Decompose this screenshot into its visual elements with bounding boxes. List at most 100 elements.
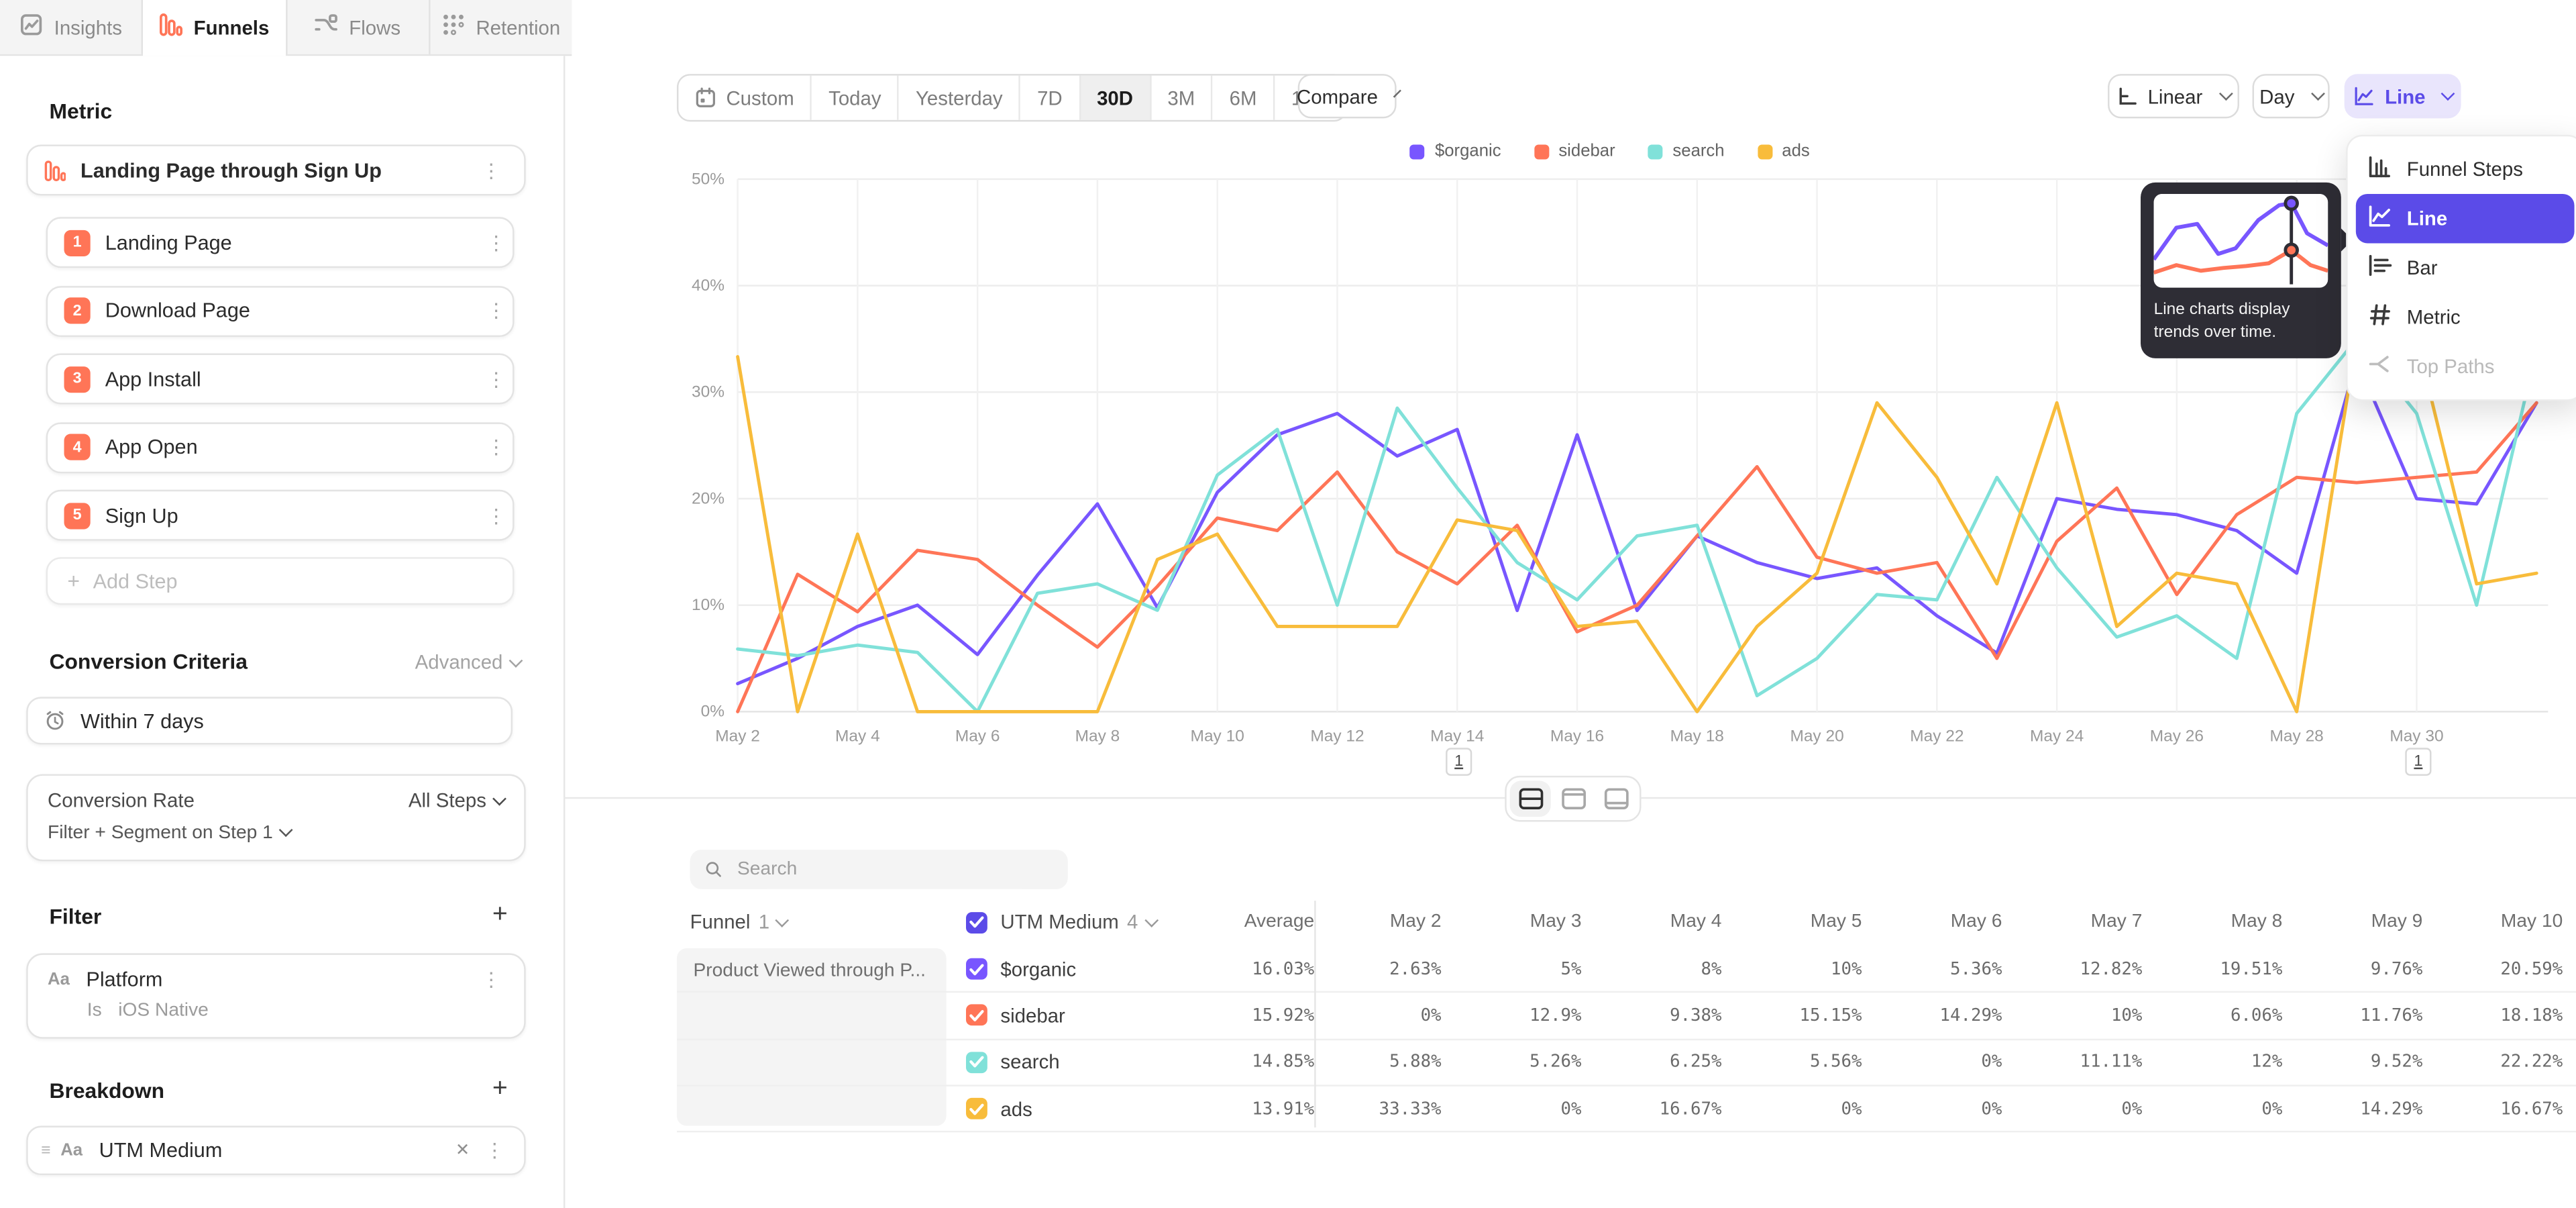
chevron-down-icon (775, 913, 790, 927)
step-label: Landing Page (105, 231, 232, 254)
range-30d[interactable]: 30D (1081, 76, 1151, 120)
tab-label: Insights (54, 15, 122, 38)
column-header-may-6[interactable]: May 6 (1875, 912, 2015, 932)
layout-toggle (1505, 776, 1641, 822)
table-row-sidebar[interactable]: sidebar15.92%0%12.9%9.38%15.15%14.29%10%… (677, 993, 2576, 1040)
menu-item-funnel-steps[interactable]: Funnel Steps (2356, 145, 2575, 194)
table-row-organic[interactable]: $organic16.03%2.63%5%8%10%5.36%12.82%19.… (677, 947, 2576, 993)
column-header-may-7[interactable]: May 7 (2015, 912, 2155, 932)
svg-text:May 22: May 22 (1910, 727, 1964, 745)
filter-property: Platform (86, 968, 162, 991)
step-kebab-icon[interactable]: ⋮ (480, 436, 513, 458)
annotation-badge[interactable]: 1 (1446, 748, 1472, 776)
filter-segment-step-dropdown[interactable]: Filter + Segment on Step 1 (48, 823, 504, 843)
cell-value: 0% (1454, 1099, 1595, 1118)
conversion-window-card[interactable]: Within 7 days (26, 697, 513, 744)
add-filter-button[interactable]: + (492, 902, 508, 928)
tab-insights[interactable]: Insights (0, 0, 144, 54)
table-only-button[interactable] (1595, 781, 1636, 817)
menu-item-bar[interactable]: Bar (2356, 243, 2575, 292)
chart-only-button[interactable] (1552, 781, 1593, 817)
step-label: Download Page (105, 299, 250, 322)
table-row-search[interactable]: search14.85%5.88%5.26%6.25%5.56%0%11.11%… (677, 1040, 2576, 1086)
tab-retention[interactable]: Retention (430, 0, 572, 54)
average-value: 15.92% (1193, 1006, 1314, 1025)
drag-handle-icon[interactable]: ≡ (41, 1142, 50, 1160)
step-kebab-icon[interactable]: ⋮ (480, 504, 513, 527)
average-column-header[interactable]: Average (1193, 912, 1314, 932)
tab-funnels[interactable]: Funnels (144, 0, 287, 56)
cell-value: 2.63% (1314, 959, 1454, 978)
filter-kebab-icon[interactable]: ⋮ (475, 968, 508, 991)
flows-icon (315, 12, 339, 42)
range-6m[interactable]: 6M (1213, 76, 1275, 120)
range-yesterday[interactable]: Yesterday (900, 76, 1021, 120)
close-icon[interactable]: ✕ (447, 1141, 478, 1160)
funnel-step-5[interactable]: 5Sign Up⋮ (46, 490, 515, 541)
step-kebab-icon[interactable]: ⋮ (480, 231, 513, 254)
granularity-dropdown[interactable]: Day (2253, 74, 2330, 118)
step-kebab-icon[interactable]: ⋮ (480, 367, 513, 390)
breakdown-card[interactable]: ≡ Aa UTM Medium ✕ ⋮ (26, 1126, 525, 1175)
add-step-button[interactable]: + Add Step (46, 557, 515, 605)
step-number-badge: 4 (64, 434, 91, 460)
column-header-may-2[interactable]: May 2 (1314, 912, 1454, 932)
svg-text:50%: 50% (692, 170, 724, 188)
funnel-column-header[interactable]: Funnel 1 (677, 911, 947, 934)
step-kebab-icon[interactable]: ⋮ (480, 299, 513, 322)
column-header-may-9[interactable]: May 9 (2296, 912, 2436, 932)
scale-dropdown[interactable]: Linear (2108, 74, 2239, 118)
metric-kebab-icon[interactable]: ⋮ (475, 158, 508, 181)
cell-value: 0% (1735, 1099, 1875, 1118)
table-search[interactable] (690, 850, 1068, 889)
breakdown-property: UTM Medium (99, 1139, 223, 1162)
cell-value: 6.25% (1595, 1052, 1735, 1072)
insights-icon (19, 12, 44, 42)
row-checkbox[interactable] (966, 1052, 987, 1073)
row-checkbox[interactable] (966, 958, 987, 980)
step-number-badge: 3 (64, 366, 91, 392)
metric-card[interactable]: Landing Page through Sign Up ⋮ (26, 145, 525, 196)
compare-button[interactable]: Compare (1298, 74, 1397, 118)
svg-text:20%: 20% (692, 489, 724, 507)
column-header-may-10[interactable]: May 10 (2436, 912, 2576, 932)
breakdown-kebab-icon[interactable]: ⋮ (478, 1139, 511, 1162)
row-checkbox[interactable] (966, 1005, 987, 1026)
add-breakdown-button[interactable]: + (492, 1076, 508, 1103)
menu-item-line[interactable]: Line (2356, 194, 2575, 243)
column-header-may-3[interactable]: May 3 (1454, 912, 1595, 932)
column-header-may-5[interactable]: May 5 (1735, 912, 1875, 932)
search-input[interactable] (734, 858, 1053, 880)
split-view-button[interactable] (1510, 781, 1551, 817)
funnel-step-4[interactable]: 4App Open⋮ (46, 421, 515, 472)
chevron-down-icon (2218, 87, 2233, 101)
advanced-dropdown[interactable]: Advanced (415, 651, 521, 674)
range-today[interactable]: Today (812, 76, 900, 120)
retention-icon (441, 12, 466, 42)
cell-value: 19.51% (2155, 959, 2296, 978)
funnel-step-1[interactable]: 1Landing Page⋮ (46, 217, 515, 268)
table-row-ads[interactable]: ads13.91%33.33%0%16.67%0%0%0%0%14.29%16.… (677, 1087, 2576, 1133)
report-tabs: Insights FunnelsFlowsRetention (0, 0, 572, 56)
tab-flows[interactable]: Flows (286, 0, 430, 54)
row-checkbox[interactable] (966, 1098, 987, 1119)
filter-card[interactable]: Aa Platform ⋮ Is iOS Native (26, 953, 525, 1038)
column-header-may-4[interactable]: May 4 (1595, 912, 1735, 932)
chart-type-dropdown[interactable]: Line (2345, 74, 2461, 118)
filter-value[interactable]: iOS Native (118, 1001, 209, 1020)
range-7d[interactable]: 7D (1021, 76, 1081, 120)
all-steps-dropdown[interactable]: All Steps (409, 789, 504, 812)
range-3m[interactable]: 3M (1151, 76, 1213, 120)
column-header-may-8[interactable]: May 8 (2155, 912, 2296, 932)
series-name: sidebar (1000, 1004, 1065, 1027)
cell-value: 0% (2155, 1099, 2296, 1118)
menu-item-metric[interactable]: Metric (2356, 293, 2575, 342)
range-custom[interactable]: Custom (678, 76, 812, 120)
breakdown-column-header[interactable]: UTM Medium 4 (947, 911, 1193, 934)
funnel-step-3[interactable]: 3App Install⋮ (46, 354, 515, 405)
funnel-step-2[interactable]: 2Download Page⋮ (46, 285, 515, 336)
select-all-checkbox[interactable] (966, 911, 987, 933)
cell-value: 0% (1875, 1052, 2015, 1072)
annotation-badge[interactable]: 1 (2405, 748, 2431, 776)
menu-item-label: Funnel Steps (2407, 158, 2523, 181)
